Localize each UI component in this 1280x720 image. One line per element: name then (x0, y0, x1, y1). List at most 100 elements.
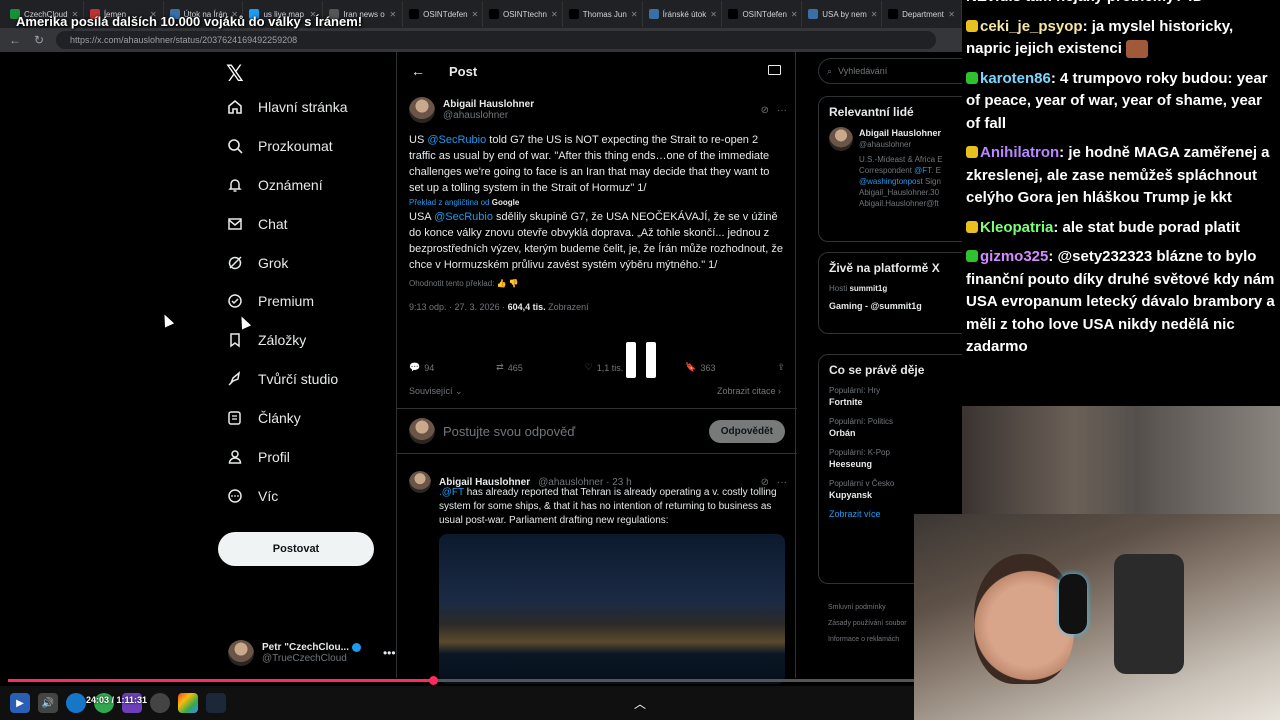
close-icon[interactable]: ✕ (472, 10, 479, 19)
close-icon[interactable]: ✕ (871, 10, 878, 19)
like-button[interactable]: ♡ 1,1 tis. (585, 362, 624, 373)
nav-item-prozkoumat[interactable]: Prozkoumat (226, 131, 333, 161)
url-field[interactable]: https://x.com/ahauslohner/status/2037624… (56, 31, 936, 49)
chat-username[interactable]: Kleopatria (980, 219, 1053, 236)
chat-username[interactable]: ceki_je_psyop (980, 18, 1083, 35)
tab-label: Department (902, 9, 944, 19)
chat-badge-icon (966, 146, 978, 158)
nav-item-grok[interactable]: Grok (226, 248, 288, 278)
trend-item[interactable]: Populární: Politics Orbán (829, 416, 962, 439)
nav-item-chat[interactable]: Chat (226, 209, 288, 239)
live-host[interactable]: Hosti summit1g (829, 283, 962, 294)
avatar[interactable] (829, 127, 853, 151)
mention-link[interactable]: .@FT (439, 487, 464, 498)
footer-link[interactable]: Zásady používání soubor (828, 616, 907, 632)
footer-link[interactable]: Informace o reklamách (828, 632, 907, 648)
author-avatar[interactable] (409, 97, 435, 123)
chevron-up-icon[interactable]: ︿ (634, 695, 646, 712)
post-image[interactable] (439, 534, 785, 684)
card-title: Co se právě děje (829, 363, 925, 377)
trend-item[interactable]: Populární v Česko Kupyansk (829, 478, 962, 501)
browser-tab[interactable]: OSINTdefen ✕ (403, 1, 483, 27)
more-dots-icon[interactable]: ••• (383, 646, 396, 660)
translation-note[interactable]: Překlad z angličtina od Google (409, 198, 787, 207)
chat-username[interactable]: gizmo325 (980, 248, 1048, 265)
browser-tab[interactable]: OSINTtechn ✕ (483, 1, 563, 27)
nav-item-premium[interactable]: Premium (226, 286, 314, 316)
close-icon[interactable]: ✕ (389, 10, 396, 19)
trend-item[interactable]: Populární: Hry Fortnite (829, 385, 962, 408)
left-navigation: 𝕏 Hlavní stránka Prozkoumat Oznámení Chat Gr… (218, 52, 396, 678)
show-quotes-link[interactable]: Zobrazit citace › (717, 386, 781, 396)
share-icon[interactable]: ⇪ (777, 362, 785, 373)
author-handle[interactable]: @ahauslohner (443, 110, 534, 121)
app-icon[interactable] (66, 693, 86, 713)
nav-item-label: Hlavní stránka (258, 99, 348, 115)
browser-tab[interactable]: USA by nem ✕ (802, 1, 883, 27)
reply-composer: Postujte svou odpověď Odpovědět (397, 408, 797, 454)
related-dropdown[interactable]: Související ⌄ (409, 386, 463, 397)
chat-username[interactable]: karoten86 (980, 70, 1051, 87)
pause-icon[interactable] (626, 342, 656, 378)
author-avatar[interactable] (409, 471, 431, 493)
nav-item-z-lo-ky[interactable]: Záložky (226, 325, 306, 355)
reload-icon[interactable]: ↻ (32, 33, 46, 47)
nav-item-profil[interactable]: Profil (226, 442, 290, 472)
back-arrow-icon[interactable]: ← (411, 63, 425, 79)
browser-tab[interactable]: Íránské útok ✕ (643, 1, 723, 27)
reader-mode-icon[interactable] (768, 65, 781, 75)
browser-tab[interactable]: OSINTdefen ✕ (722, 1, 803, 27)
post-text: US @SecRubio told G7 the US is NOT expec… (409, 134, 770, 194)
play-icon[interactable]: ▶ (10, 693, 30, 713)
nav-item--l-nky[interactable]: Články (226, 403, 301, 433)
more-dots-icon[interactable]: ··· (777, 105, 787, 116)
person-handle[interactable]: @ahauslohner (859, 139, 943, 150)
profile-handle: @TrueCzechCloud (262, 653, 347, 664)
reply-submit-button[interactable]: Odpovědět (708, 419, 785, 443)
grok-icon (226, 254, 244, 272)
nav-item-v-c[interactable]: Víc (226, 481, 278, 511)
nav-item-hlavn-str-nka[interactable]: Hlavní stránka (226, 92, 347, 122)
post-column: ← Post Abigail Hauslohner @ahauslohner ⊘… (396, 52, 797, 684)
chat-username[interactable]: Anihilatron (980, 144, 1059, 161)
card-title: Relevantní lidé (829, 105, 914, 119)
headphones-icon (1059, 574, 1087, 634)
browser-tab[interactable]: Department ✕ (882, 1, 962, 27)
footer-link[interactable]: Smluvní podmínky (828, 600, 907, 616)
author-name[interactable]: Abigail Hauslohner (443, 99, 534, 110)
app-icon[interactable] (178, 693, 198, 713)
reply-button[interactable]: 💬 94 (409, 362, 434, 373)
repost-button[interactable]: ⇄ 465 (496, 362, 523, 373)
mention-link[interactable]: @SecRubio (427, 134, 486, 146)
bookmark-button[interactable]: 🔖 363 (685, 362, 715, 373)
volume-icon[interactable]: 🔊 (38, 693, 58, 713)
app-icon[interactable] (150, 693, 170, 713)
steam-icon[interactable] (206, 693, 226, 713)
close-icon[interactable]: ✕ (710, 10, 717, 19)
progress-fill (8, 679, 434, 682)
close-icon[interactable]: ✕ (631, 10, 638, 19)
video-progress-bar[interactable] (8, 676, 962, 685)
trend-item[interactable]: Populární: K-Pop Heeseung (829, 447, 962, 470)
search-input[interactable]: ⌕ Vyhledávání (818, 58, 962, 84)
live-title[interactable]: Gaming - @summit1g (829, 300, 962, 312)
nav-item-ozn-men-[interactable]: Oznámení (226, 170, 323, 200)
person-name[interactable]: Abigail Hauslohner (859, 127, 943, 139)
nav-item-label: Záložky (258, 332, 307, 348)
account-switcher[interactable]: Petr "CzechClou... @TrueCzechCloud ••• (228, 640, 396, 666)
grok-icon[interactable]: ⊘ (761, 105, 769, 116)
post-button[interactable]: Postovat (218, 532, 374, 566)
close-icon[interactable]: ✕ (551, 10, 558, 19)
mention-link[interactable]: @SecRubio (434, 211, 493, 223)
close-icon[interactable]: ✕ (948, 10, 955, 19)
reply-input[interactable]: Postujte svou odpověď (443, 424, 575, 439)
nav-item-tv-r-studio[interactable]: Tvůrčí studio (226, 364, 338, 394)
x-logo-icon[interactable]: 𝕏 (226, 62, 244, 87)
rocket-icon (226, 370, 244, 388)
browser-tab[interactable]: Thomas Jun ✕ (563, 1, 643, 27)
chat-message: ceki_je_psyop: ja myslel historicky, nap… (966, 16, 1276, 61)
rate-translation[interactable]: Ohodnotit tento překlad: 👍 👎 (409, 279, 787, 288)
progress-knob[interactable] (429, 676, 439, 685)
back-icon[interactable]: ← (8, 33, 22, 47)
close-icon[interactable]: ✕ (791, 10, 798, 19)
